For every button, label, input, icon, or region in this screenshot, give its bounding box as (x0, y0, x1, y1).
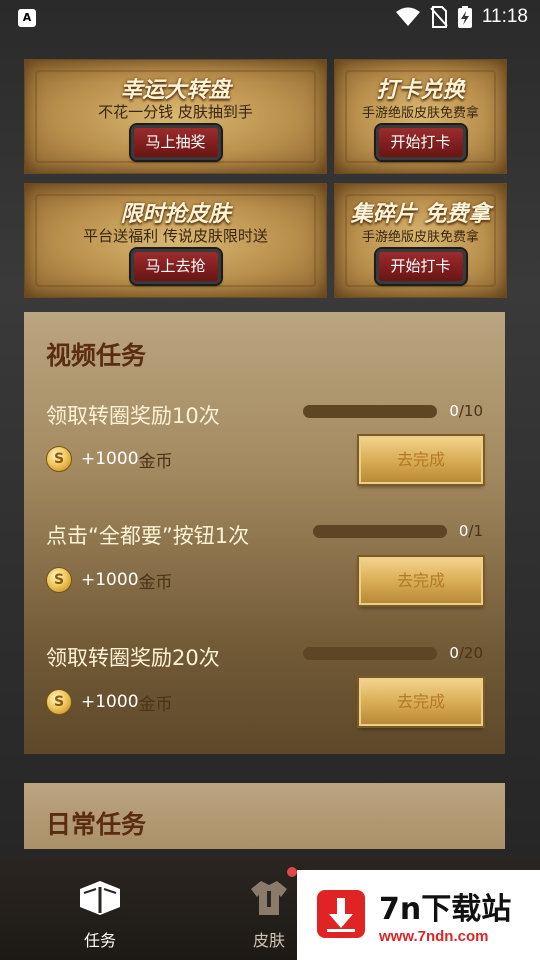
reward: S +1000 金币 (46, 567, 173, 593)
progress-bar (303, 647, 437, 660)
status-bar: A 11:18 (0, 0, 540, 38)
nav-tab-tasks[interactable]: 任务 (50, 857, 150, 960)
reward-amount: +1000 (81, 449, 139, 469)
banner-subtitle: 手游绝版皮肤免费拿 (361, 106, 479, 121)
grab-now-button[interactable]: 马上去抢 (128, 247, 223, 286)
start-checkin-button[interactable]: 开始打卡 (373, 123, 468, 162)
nav-label: 任务 (83, 931, 116, 950)
no-sim-icon (430, 6, 448, 28)
reward-unit: 金币 (138, 572, 173, 593)
shirt-icon (251, 881, 287, 915)
progress-count: 0/1 (458, 522, 483, 540)
book-icon (80, 881, 120, 915)
progress-bar (313, 525, 447, 538)
banner-subtitle: 不花一分钱 皮肤抽到手 (98, 103, 253, 121)
banner-checkin-exchange[interactable]: 打卡兑换 手游绝版皮肤免费拿 开始打卡 (334, 59, 507, 174)
complete-task-button[interactable]: 去完成 (359, 678, 483, 726)
video-tasks-panel: 视频任务 领取转圈奖励10次 0/10 S +1000 金币 去完成 点击“全都要… (24, 312, 505, 754)
banner-limited-skin[interactable]: 限时抢皮肤 平台送福利 传说皮肤限时送 马上去抢 (24, 183, 327, 298)
reward-unit: 金币 (138, 451, 173, 472)
progress-bar (303, 405, 437, 418)
clock: 11:18 (481, 6, 528, 27)
panel-title: 视频任务 (46, 341, 147, 370)
progress-count: 0/20 (449, 644, 483, 662)
banner-subtitle: 手游绝版皮肤免费拿 (361, 230, 479, 245)
banner-collect-fragments[interactable]: 集碎片 免费拿 手游绝版皮肤免费拿 开始打卡 (334, 183, 507, 298)
reward: S +1000 金币 (46, 689, 173, 715)
reward-amount: +1000 (81, 570, 139, 590)
daily-tasks-panel: 日常任务 (24, 783, 505, 849)
start-checkin-button[interactable]: 开始打卡 (373, 247, 468, 286)
notification-badge (287, 867, 297, 877)
watermark-title: 7n下载站 (379, 892, 512, 927)
progress-count: 0/10 (449, 402, 483, 420)
coin-icon: S (46, 446, 72, 472)
app-notification-icon: A (18, 9, 36, 27)
complete-task-button[interactable]: 去完成 (359, 436, 483, 484)
coin-icon: S (46, 689, 72, 715)
panel-title: 日常任务 (46, 810, 147, 839)
banner-title: 集碎片 免费拿 (350, 202, 491, 227)
reward-amount: +1000 (81, 692, 139, 712)
wifi-icon (395, 7, 420, 26)
banner-subtitle: 平台送福利 传说皮肤限时送 (83, 227, 268, 245)
coin-icon: S (46, 567, 72, 593)
reward-unit: 金币 (138, 694, 173, 715)
task-name: 领取转圈奖励10次 (46, 404, 220, 428)
task-name: 领取转圈奖励20次 (46, 646, 220, 670)
watermark-url: www.7ndn.com (379, 928, 489, 945)
battery-charging-icon (457, 6, 472, 28)
watermark-overlay: 7n下载站 www.7ndn.com (297, 870, 540, 960)
banner-title: 幸运大转盘 (120, 78, 231, 103)
complete-task-button[interactable]: 去完成 (359, 557, 483, 605)
banner-lucky-wheel[interactable]: 幸运大转盘 不花一分钱 皮肤抽到手 马上抽奖 (24, 59, 327, 174)
task-name: 点击“全都要”按钮1次 (46, 524, 250, 548)
draw-now-button[interactable]: 马上抽奖 (128, 123, 223, 162)
reward: S +1000 金币 (46, 446, 173, 472)
banner-title: 打卡兑换 (376, 78, 465, 103)
download-logo-icon (317, 890, 365, 938)
banner-title: 限时抢皮肤 (120, 202, 231, 227)
